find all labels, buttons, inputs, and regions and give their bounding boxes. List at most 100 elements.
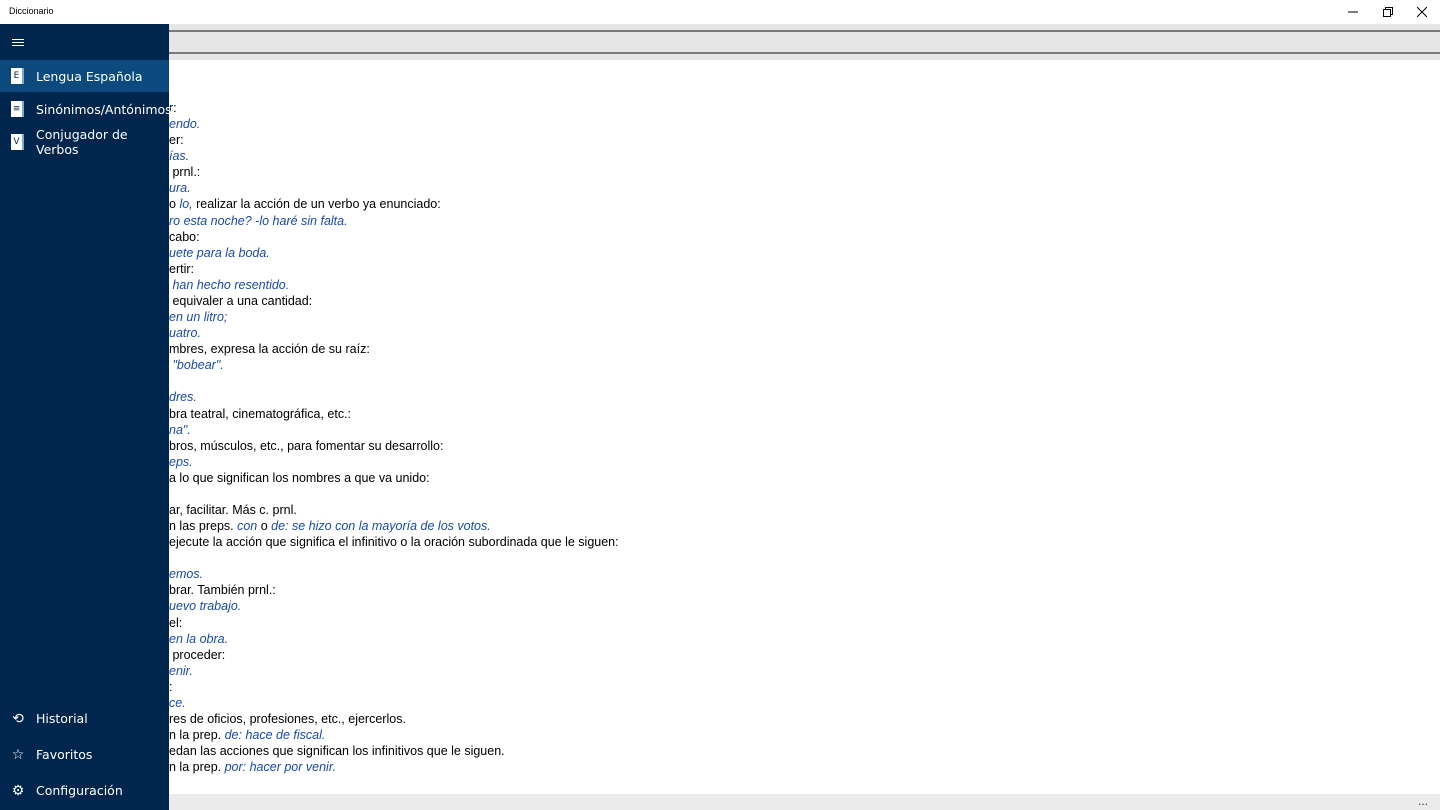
nav-item-label: Conjugador de Verbos <box>36 127 128 157</box>
nav-item-label: Lengua Española <box>36 68 143 84</box>
nav-item-lengua-espanola[interactable]: E Lengua Española <box>0 60 169 92</box>
book-e-icon: E <box>11 68 24 84</box>
definition-text: mbres, expresa la acción de su raíz: <box>169 342 370 357</box>
example-text: "bobear". <box>169 358 224 373</box>
definition-line: n la prep. de: hace de fiscal. <box>0 727 1440 743</box>
nav-item-historial[interactable]: ⟲ Historial <box>0 705 169 735</box>
definition-line: uatro. <box>0 325 1440 341</box>
example-text: han hecho resentido. <box>169 277 290 292</box>
restore-button[interactable] <box>1371 0 1405 24</box>
example-text: con <box>237 519 258 534</box>
nav-item-configuracion[interactable]: ⚙ Configuración <box>0 777 169 807</box>
definition-line: er: <box>0 132 1440 148</box>
definition-line: ertir: <box>0 261 1440 277</box>
search-bar <box>0 24 1440 60</box>
definition-line: cabo: <box>0 229 1440 245</box>
app-title: Diccionario <box>9 6 54 16</box>
definition-text: res de oficios, profesiones, etc., ejerc… <box>169 712 406 727</box>
minimize-icon <box>1348 11 1358 13</box>
example-text: lo, <box>179 197 193 212</box>
example-text: eps. <box>169 454 193 469</box>
title-bar: Diccionario <box>0 0 1440 24</box>
definition-text: brar. También prnl.: <box>169 583 276 598</box>
definition-text: o <box>169 197 180 212</box>
definition-line: ejecute la acción que significa el infin… <box>0 534 1440 550</box>
book-v-icon: V <box>11 134 24 150</box>
example-text: ce. <box>169 695 186 710</box>
nav-item-conjugador[interactable]: V Conjugador de Verbos <box>0 126 169 158</box>
nav-item-favoritos[interactable]: ☆ Favoritos <box>0 741 169 771</box>
definition-line: enir. <box>0 663 1440 679</box>
definition-text: prnl.: <box>169 165 201 180</box>
definition-line: ro esta noche? -lo haré sin falta. <box>0 213 1440 229</box>
definition-text: a lo que significan los nombres a que va… <box>169 470 430 485</box>
definition-text: ar, facilitar. Más c. prnl. <box>169 503 297 517</box>
definition-line: ías. <box>0 148 1440 164</box>
example-text: en la obra. <box>169 631 229 646</box>
definition-line: mbres, expresa la acción de su raíz: <box>0 341 1440 357</box>
definition-line: : <box>0 679 1440 695</box>
gear-icon: ⚙ <box>11 783 25 799</box>
definition-text: realizar la acción de un verbo ya enunci… <box>192 197 441 212</box>
definition-text: ejecute la acción que significa el infin… <box>169 535 619 550</box>
definition-text: n las preps. <box>169 519 238 534</box>
more-options-button[interactable]: ... <box>1418 794 1428 808</box>
definition-line: "bobear". <box>0 357 1440 373</box>
definition-text: proceder: <box>169 647 226 662</box>
definition-line: bros, músculos, etc., para fomentar su d… <box>0 438 1440 454</box>
example-text: ura. <box>169 181 191 196</box>
example-text: dres. <box>169 390 197 405</box>
definition-text: : <box>169 679 173 694</box>
bottom-bar: ... <box>0 794 1440 810</box>
definition-text: cabo: <box>169 229 200 244</box>
definition-line: bra teatral, cinematográfica, etc.: <box>0 406 1440 422</box>
definition-line: proceder: <box>0 647 1440 663</box>
navigation-pane: E Lengua Española ≡ Sinónimos/Antónimos … <box>0 24 172 810</box>
definition-line: el: <box>0 615 1440 631</box>
example-text: na". <box>169 422 191 437</box>
definition-text: bra teatral, cinematográfica, etc.: <box>169 406 352 421</box>
nav-item-sinonimos[interactable]: ≡ Sinónimos/Antónimos <box>0 93 172 125</box>
restore-icon <box>1383 7 1393 17</box>
definition-text: n la prep. <box>169 728 225 743</box>
search-input[interactable] <box>160 30 1440 54</box>
example-text: enir. <box>169 663 193 678</box>
definition-text: el: <box>169 615 183 630</box>
star-icon: ☆ <box>11 747 25 763</box>
definition-line: en un litro; <box>0 309 1440 325</box>
definition-line: res de oficios, profesiones, etc., ejerc… <box>0 711 1440 727</box>
nav-item-label: Favoritos <box>36 747 93 762</box>
definition-line: dres. <box>0 389 1440 405</box>
minimize-button[interactable] <box>1336 0 1370 24</box>
definition-line: han hecho resentido. <box>0 277 1440 293</box>
definition-text: ertir: <box>169 261 194 276</box>
definition-line: emos. <box>0 566 1440 582</box>
example-text: uatro. <box>169 326 201 341</box>
definition-line: a lo que significan los nombres a que va… <box>0 470 1440 486</box>
definition-line: ura. <box>0 180 1440 196</box>
example-text: uevo trabajo. <box>169 599 242 614</box>
definition-content: r: endo. er: ías. prnl.: ura. o lo, realizar … <box>0 60 1440 794</box>
definition-line: o lo, realizar la acción de un verbo ya … <box>0 196 1440 212</box>
definition-line: n la prep. por: hacer por venir. <box>0 759 1440 775</box>
close-icon <box>1417 7 1427 17</box>
nav-item-label: Sinónimos/Antónimos <box>36 101 172 117</box>
hamburger-icon[interactable] <box>12 39 24 46</box>
definition-line: edan las acciones que significan los inf… <box>0 743 1440 759</box>
book-thesaurus-icon: ≡ <box>11 101 24 117</box>
close-button[interactable] <box>1405 0 1439 24</box>
definition-text: bros, músculos, etc., para fomentar su d… <box>169 438 444 453</box>
definition-line: r: <box>0 100 1440 116</box>
example-text: por: hacer por venir. <box>224 760 336 775</box>
definition-line: equivaler a una cantidad: <box>0 293 1440 309</box>
definition-text: er: <box>169 133 184 148</box>
definition-text: n la prep. <box>169 760 225 775</box>
definition-line: en la obra. <box>0 631 1440 647</box>
definition-line: na". <box>0 422 1440 438</box>
example-text: en un litro; <box>169 310 228 325</box>
example-text: ías. <box>169 149 190 164</box>
definition-line: uete para la boda. <box>0 245 1440 261</box>
definition-text: equivaler a una cantidad: <box>169 293 313 308</box>
history-icon: ⟲ <box>12 711 24 727</box>
definition-line: eps. <box>0 454 1440 470</box>
